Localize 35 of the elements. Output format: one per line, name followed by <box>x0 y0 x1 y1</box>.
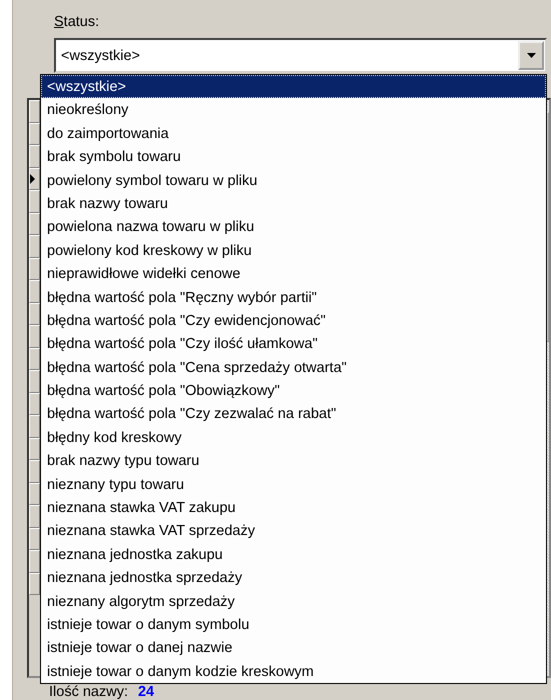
dropdown-option[interactable]: brak nazwy typu towaru <box>41 449 546 473</box>
dropdown-value: <wszystkie> <box>60 48 141 64</box>
dropdown-option[interactable]: powielony symbol towaru w pliku <box>41 168 546 192</box>
count-value: 24 <box>138 684 154 700</box>
dropdown-option[interactable]: błędna wartość pola "Ręczny wybór partii" <box>41 286 546 309</box>
dropdown-option[interactable]: powielona nazwa towaru w pliku <box>41 215 546 239</box>
dropdown-option[interactable]: błędna wartość pola "Czy ewidencjonować" <box>41 308 546 332</box>
dropdown-option[interactable]: nieznana stawka VAT sprzedaży <box>41 519 546 543</box>
dropdown-option[interactable]: brak nazwy towaru <box>41 192 546 216</box>
dropdown-option[interactable]: istnieje towar o danym kodzie kreskowym <box>41 660 546 684</box>
status-dropdown[interactable]: <wszystkie> <box>54 38 547 73</box>
dropdown-option[interactable]: błędna wartość pola "Czy zezwalać na rabat" <box>41 402 546 426</box>
dropdown-option[interactable]: błędny kod kreskowy <box>41 426 546 450</box>
dropdown-option[interactable]: nieznany typu towaru <box>41 472 546 496</box>
row-pointer-icon <box>30 174 35 184</box>
dropdown-option[interactable]: brak symbolu towaru <box>41 145 546 169</box>
dropdown-option[interactable]: istnieje towar o danej nazwie <box>41 636 546 660</box>
dropdown-option[interactable]: <wszystkie> <box>41 75 546 98</box>
dropdown-option[interactable]: błędna wartość pola "Cena sprzedaży otwarta" <box>41 356 546 380</box>
dropdown-option[interactable]: powielony kod kreskowy w pliku <box>41 238 546 262</box>
row-header[interactable] <box>29 168 40 190</box>
dropdown-option[interactable]: istnieje towar o danym symbolu <box>41 612 546 636</box>
status-label: Status: <box>54 14 100 32</box>
caret-icon <box>526 53 536 58</box>
dropdown-option[interactable]: nieokreślony <box>41 98 546 122</box>
dropdown-option[interactable]: do zaimportowania <box>41 122 546 146</box>
dropdown-option[interactable]: błędna wartość pola "Obowiązkowy" <box>41 379 546 402</box>
dropdown-option[interactable]: nieznana jednostka zakupu <box>41 542 546 566</box>
dropdown-option[interactable]: nieznana stawka VAT zakupu <box>41 496 546 520</box>
dropdown-option[interactable]: nieznana jednostka sprzedaży <box>41 566 546 590</box>
count-label: Ilość nazwy: <box>49 684 128 700</box>
dropdown-option[interactable]: nieznany algorytm sprzedaży <box>41 590 546 613</box>
dropdown-option[interactable]: błędna wartość pola "Czy ilość ułamkowa" <box>41 332 546 356</box>
dropdown-option[interactable]: nieprawidłowe widełki cenowe <box>41 262 546 286</box>
dropdown-button[interactable] <box>518 41 544 70</box>
